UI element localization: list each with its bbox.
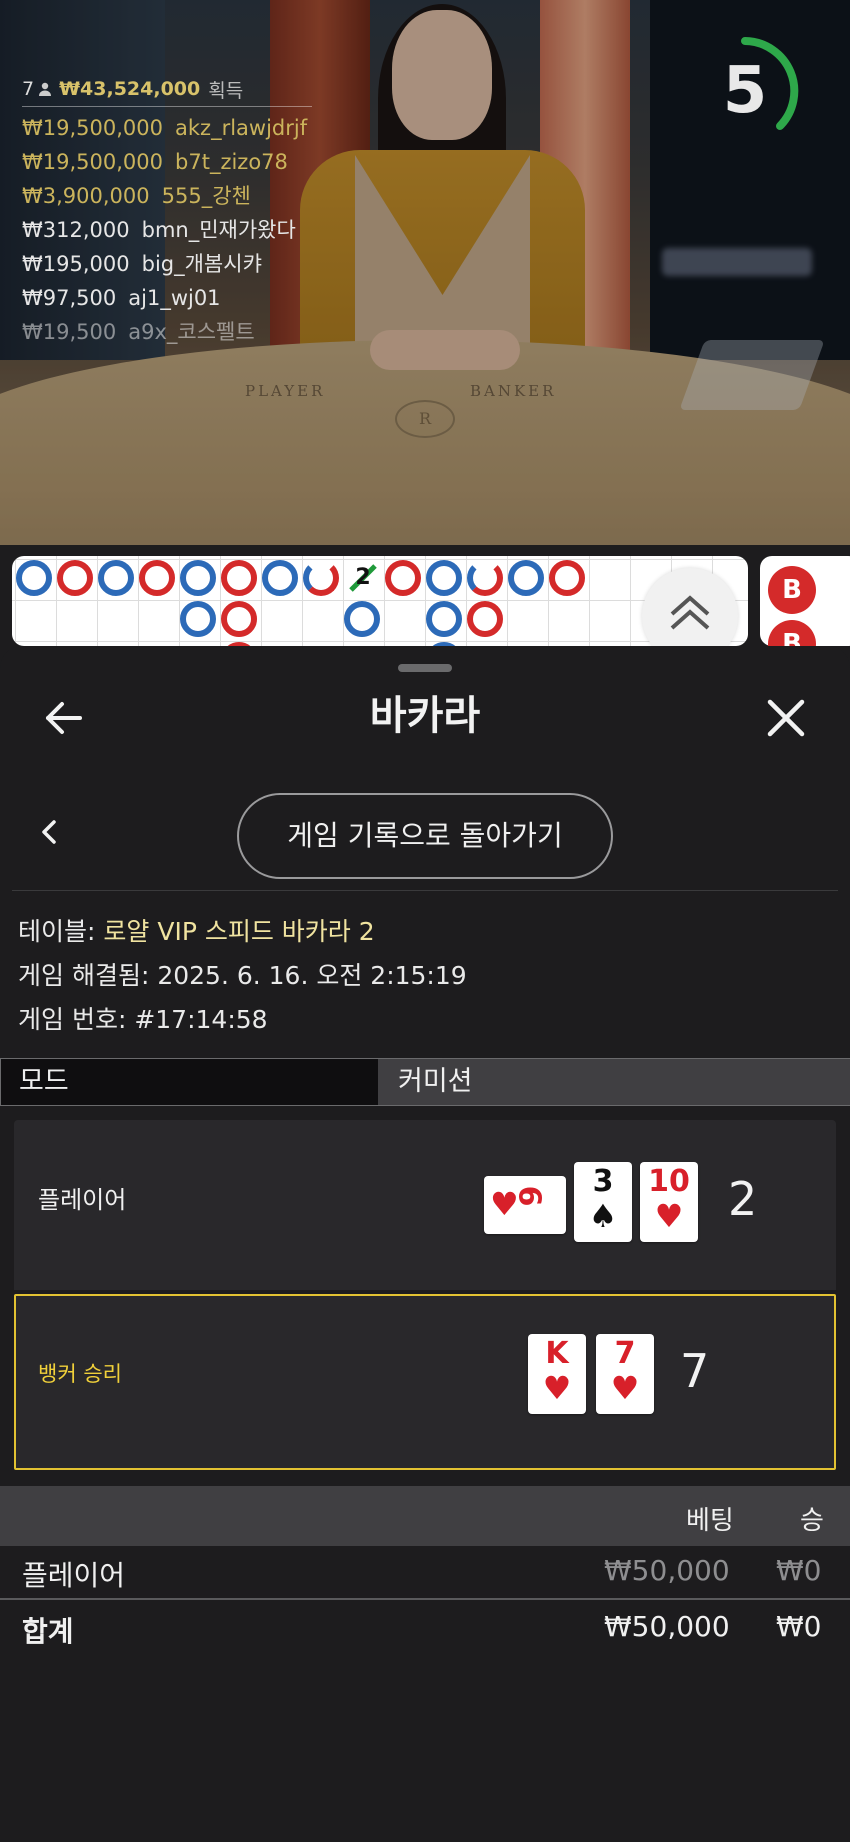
road-player-circle	[426, 601, 462, 637]
road-split-circle	[303, 560, 339, 596]
road-player-circle	[98, 560, 134, 596]
back-to-history-button[interactable]: 게임 기록으로 돌아가기	[237, 793, 613, 879]
player-result: 플레이어 ♥ 6 3 ♠ 10 ♥ 2	[14, 1120, 836, 1290]
winner-row: ₩97,500 aj1_wj01	[22, 286, 221, 310]
road-player-circle	[508, 560, 544, 596]
road-player-circle	[16, 560, 52, 596]
playing-card: ♥ 6	[484, 1176, 566, 1234]
winners-list: 7 ₩43,524,000 획득 ₩19,500,000 akz_rlawjdr…	[22, 74, 322, 349]
winner-row: ₩19,500,000 akz_rlawjdrjf	[22, 116, 308, 140]
banker-badge: B	[768, 566, 816, 614]
winner-row: ₩19,500 a9x_코스펠트	[22, 320, 255, 344]
winners-summary: 7 ₩43,524,000 획득	[22, 74, 322, 104]
road-player-circle	[344, 601, 380, 637]
person-icon	[39, 82, 52, 96]
playing-card: 3 ♠	[574, 1162, 632, 1242]
sheet-drag-handle[interactable]	[398, 664, 452, 672]
live-video-stream: PLAYER BANKER R 7 ₩43,524,000 획득 ₩19,500…	[0, 0, 850, 545]
col-win: 승	[800, 1506, 824, 1536]
tab-commission[interactable]: 커미션	[378, 1058, 850, 1106]
player-label: 플레이어	[38, 1186, 127, 1214]
winner-row: ₩19,500,000 b7t_zizo78	[22, 150, 288, 174]
chevron-left-icon[interactable]	[34, 814, 64, 850]
winner-row: ₩3,900,000 555_강첸	[22, 184, 251, 208]
resolved-time: 2025. 6. 16. 오전 2:15:19	[157, 961, 467, 990]
game-details-sheet: 바카라 게임 기록으로 돌아가기 테이블: 로얄 VIP 스피드 바카라 2 게…	[0, 646, 850, 1842]
road-player-circle	[180, 601, 216, 637]
winner-row: ₩195,000 big_개봄시캬	[22, 252, 262, 276]
mode-tabs: 모드 커미션	[0, 1058, 850, 1106]
resolved-info: 게임 해결됨: 2025. 6. 16. 오전 2:15:19	[18, 961, 467, 990]
road-banker-circle	[385, 560, 421, 596]
double-chevron-up-icon	[670, 595, 710, 630]
road-player-circle	[262, 560, 298, 596]
banker-result: 뱅커 승리 K ♥ 7 ♥ 7	[14, 1294, 836, 1470]
road-banker-circle	[549, 560, 585, 596]
bead-road[interactable]: 2	[12, 556, 748, 646]
road-banker-circle	[467, 601, 503, 637]
winners-count: 7	[22, 78, 35, 100]
road-banker-circle	[221, 560, 257, 596]
game-number-info: 게임 번호: #17:14:58	[18, 1005, 268, 1034]
game-number: #17:14:58	[134, 1005, 268, 1034]
countdown-value: 5	[722, 54, 768, 128]
tab-mode[interactable]: 모드	[0, 1058, 378, 1106]
app-root: PLAYER BANKER R 7 ₩43,524,000 획득 ₩19,500…	[0, 0, 850, 1842]
countdown-timer: 5	[690, 36, 800, 146]
table-info: 테이블: 로얄 VIP 스피드 바카라 2	[18, 917, 375, 946]
playing-card: 10 ♥	[640, 1162, 698, 1242]
road-tie-marker: 2	[345, 560, 381, 596]
road-split-circle	[467, 560, 503, 596]
playing-card: K ♥	[528, 1334, 586, 1414]
banker-win-label: 뱅커 승리	[38, 1362, 122, 1386]
road-player-circle	[426, 560, 462, 596]
banker-score: 7	[680, 1344, 710, 1398]
bets-table-header: 베팅 승	[0, 1486, 850, 1546]
playing-card: 7 ♥	[596, 1334, 654, 1414]
close-icon[interactable]	[764, 696, 808, 740]
table-name: 로얄 VIP 스피드 바카라 2	[103, 917, 375, 946]
total-row: 합계 ₩50,000 ₩0	[22, 1610, 822, 1648]
col-bet: 베팅	[686, 1506, 734, 1536]
table-row: 플레이어 ₩50,000 ₩0	[22, 1554, 822, 1592]
road-banker-circle	[139, 560, 175, 596]
player-score: 2	[728, 1172, 758, 1226]
road-banker-circle	[221, 601, 257, 637]
winners-total: ₩43,524,000	[59, 78, 201, 100]
road-player-circle	[180, 560, 216, 596]
winner-row: ₩312,000 bmn_민재가왔다	[22, 218, 296, 242]
road-banker-circle	[57, 560, 93, 596]
winners-total-label: 획득	[208, 79, 244, 102]
sheet-title: 바카라	[369, 693, 481, 739]
